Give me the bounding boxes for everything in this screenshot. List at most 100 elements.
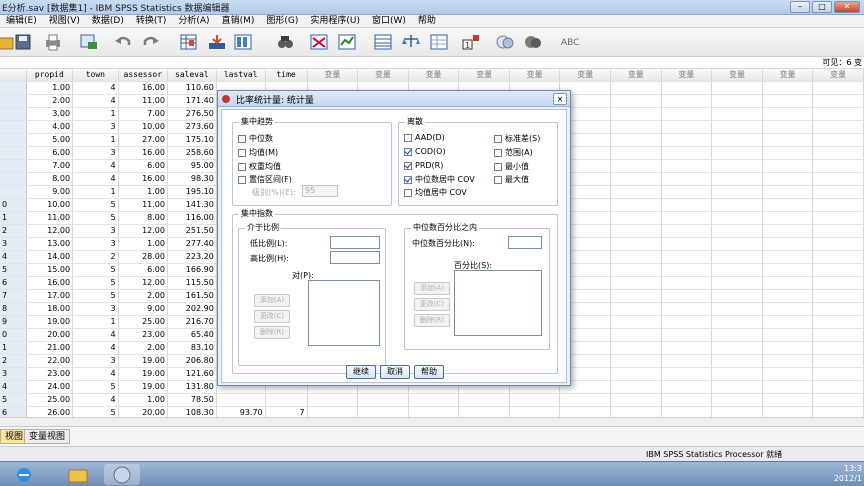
data-cell[interactable]: 11.00 bbox=[118, 94, 168, 109]
data-cell[interactable] bbox=[812, 185, 864, 200]
data-cell[interactable] bbox=[661, 198, 713, 213]
data-cell[interactable]: 6.00 bbox=[26, 146, 74, 161]
data-cell[interactable]: 2.00 bbox=[118, 341, 168, 356]
data-cell[interactable]: 78.50 bbox=[167, 393, 217, 408]
data-cell[interactable]: 20.00 bbox=[118, 406, 168, 417]
redo-icon[interactable] bbox=[140, 32, 162, 52]
data-cell[interactable] bbox=[762, 120, 814, 135]
checkbox-confidence-interval[interactable]: 置信区间(F) bbox=[238, 174, 292, 185]
data-cell[interactable]: 19.00 bbox=[26, 315, 74, 330]
checkbox-box[interactable] bbox=[494, 134, 502, 143]
column-header[interactable]: time bbox=[265, 69, 308, 83]
data-cell[interactable]: 3 bbox=[72, 120, 119, 135]
data-cell[interactable] bbox=[812, 315, 864, 330]
data-cell[interactable] bbox=[762, 159, 814, 174]
data-cell[interactable]: 175.10 bbox=[167, 133, 217, 148]
data-cell[interactable] bbox=[812, 263, 864, 278]
data-cell[interactable] bbox=[762, 328, 814, 343]
data-cell[interactable] bbox=[610, 354, 662, 369]
row-number[interactable]: 5 bbox=[0, 393, 27, 408]
data-cell[interactable]: 5 bbox=[72, 263, 119, 278]
data-cell[interactable] bbox=[610, 107, 662, 122]
close-button[interactable]: ✕ bbox=[834, 1, 860, 13]
data-cell[interactable] bbox=[307, 406, 359, 417]
data-cell[interactable]: 2.00 bbox=[26, 94, 74, 109]
checkbox-box[interactable] bbox=[494, 175, 502, 184]
data-cell[interactable] bbox=[711, 380, 763, 395]
checkbox-box[interactable] bbox=[494, 162, 502, 171]
row-number[interactable]: 7 bbox=[0, 289, 27, 304]
checkbox-box[interactable] bbox=[404, 188, 412, 197]
data-cell[interactable] bbox=[711, 289, 763, 304]
data-cell[interactable]: 166.90 bbox=[167, 263, 217, 278]
column-header-empty[interactable]: 变量 bbox=[812, 69, 864, 83]
data-cell[interactable]: 195.10 bbox=[167, 185, 217, 200]
data-cell[interactable] bbox=[610, 406, 662, 417]
data-cell[interactable]: 8.00 bbox=[118, 211, 168, 226]
data-cell[interactable]: 11.00 bbox=[118, 198, 168, 213]
data-cell[interactable]: 258.60 bbox=[167, 146, 217, 161]
data-cell[interactable]: 22.00 bbox=[26, 354, 74, 369]
data-cell[interactable] bbox=[812, 367, 864, 382]
data-cell[interactable] bbox=[458, 393, 510, 408]
find-icon[interactable] bbox=[274, 32, 296, 52]
data-cell[interactable] bbox=[711, 328, 763, 343]
data-cell[interactable] bbox=[812, 224, 864, 239]
data-cell[interactable] bbox=[762, 354, 814, 369]
data-cell[interactable] bbox=[661, 406, 713, 417]
checkbox-aad[interactable]: AAD(D) bbox=[404, 133, 445, 142]
data-cell[interactable]: 121.60 bbox=[167, 367, 217, 382]
menu-graphs[interactable]: 图形(G) bbox=[260, 15, 304, 27]
data-cell[interactable]: 251.50 bbox=[167, 224, 217, 239]
checkbox-mean[interactable]: 均值(M) bbox=[238, 147, 278, 158]
data-cell[interactable] bbox=[711, 315, 763, 330]
row-number[interactable] bbox=[0, 185, 27, 200]
data-cell[interactable] bbox=[610, 120, 662, 135]
data-cell[interactable] bbox=[812, 133, 864, 148]
checkbox-minimum[interactable]: 最小值 bbox=[494, 161, 529, 172]
data-cell[interactable] bbox=[610, 367, 662, 382]
data-cell[interactable] bbox=[711, 276, 763, 291]
change-pair-button[interactable]: 更改(C) bbox=[254, 310, 290, 323]
column-header-empty[interactable]: 变量 bbox=[762, 69, 814, 83]
data-cell[interactable] bbox=[661, 328, 713, 343]
data-cell[interactable]: 93.70 bbox=[216, 406, 266, 417]
data-cell[interactable]: 273.60 bbox=[167, 120, 217, 135]
data-cell[interactable] bbox=[559, 406, 612, 417]
data-cell[interactable] bbox=[610, 146, 662, 161]
checkbox-median[interactable]: 中位数 bbox=[238, 133, 273, 144]
menu-edit[interactable]: 编辑(E) bbox=[0, 15, 43, 27]
column-header-empty[interactable]: 变量 bbox=[408, 69, 460, 83]
checkbox-cod[interactable]: COD(O) bbox=[404, 147, 446, 156]
data-cell[interactable] bbox=[661, 211, 713, 226]
data-cell[interactable] bbox=[762, 237, 814, 252]
data-cell[interactable] bbox=[711, 302, 763, 317]
data-cell[interactable] bbox=[610, 172, 662, 187]
change-percent-button[interactable]: 更改(C) bbox=[414, 298, 450, 311]
menu-view[interactable]: 视图(V) bbox=[43, 15, 86, 27]
data-cell[interactable]: 4.00 bbox=[26, 120, 74, 135]
menu-help[interactable]: 帮助 bbox=[412, 15, 442, 27]
data-cell[interactable] bbox=[661, 341, 713, 356]
data-cell[interactable]: 7.00 bbox=[118, 107, 168, 122]
data-cell[interactable] bbox=[661, 315, 713, 330]
data-cell[interactable] bbox=[610, 289, 662, 304]
goto-case-icon[interactable] bbox=[178, 32, 200, 52]
data-cell[interactable] bbox=[812, 250, 864, 265]
help-button[interactable]: 帮助 bbox=[414, 365, 444, 379]
spss-taskbar-icon[interactable] bbox=[104, 464, 140, 485]
data-cell[interactable] bbox=[661, 172, 713, 187]
data-cell[interactable]: 7.00 bbox=[26, 159, 74, 174]
data-cell[interactable] bbox=[559, 393, 612, 408]
data-cell[interactable]: 5 bbox=[72, 289, 119, 304]
print-icon[interactable] bbox=[42, 32, 64, 52]
row-number[interactable] bbox=[0, 159, 27, 174]
column-header[interactable]: saleval bbox=[167, 69, 217, 83]
cancel-button[interactable]: 取消 bbox=[380, 365, 410, 379]
menu-utilities[interactable]: 实用程序(U) bbox=[304, 15, 366, 27]
data-cell[interactable] bbox=[357, 406, 409, 417]
value-labels-icon[interactable]: 1 bbox=[460, 32, 482, 52]
data-cell[interactable]: 277.40 bbox=[167, 237, 217, 252]
data-cell[interactable]: 16.00 bbox=[118, 146, 168, 161]
data-cell[interactable] bbox=[711, 367, 763, 382]
